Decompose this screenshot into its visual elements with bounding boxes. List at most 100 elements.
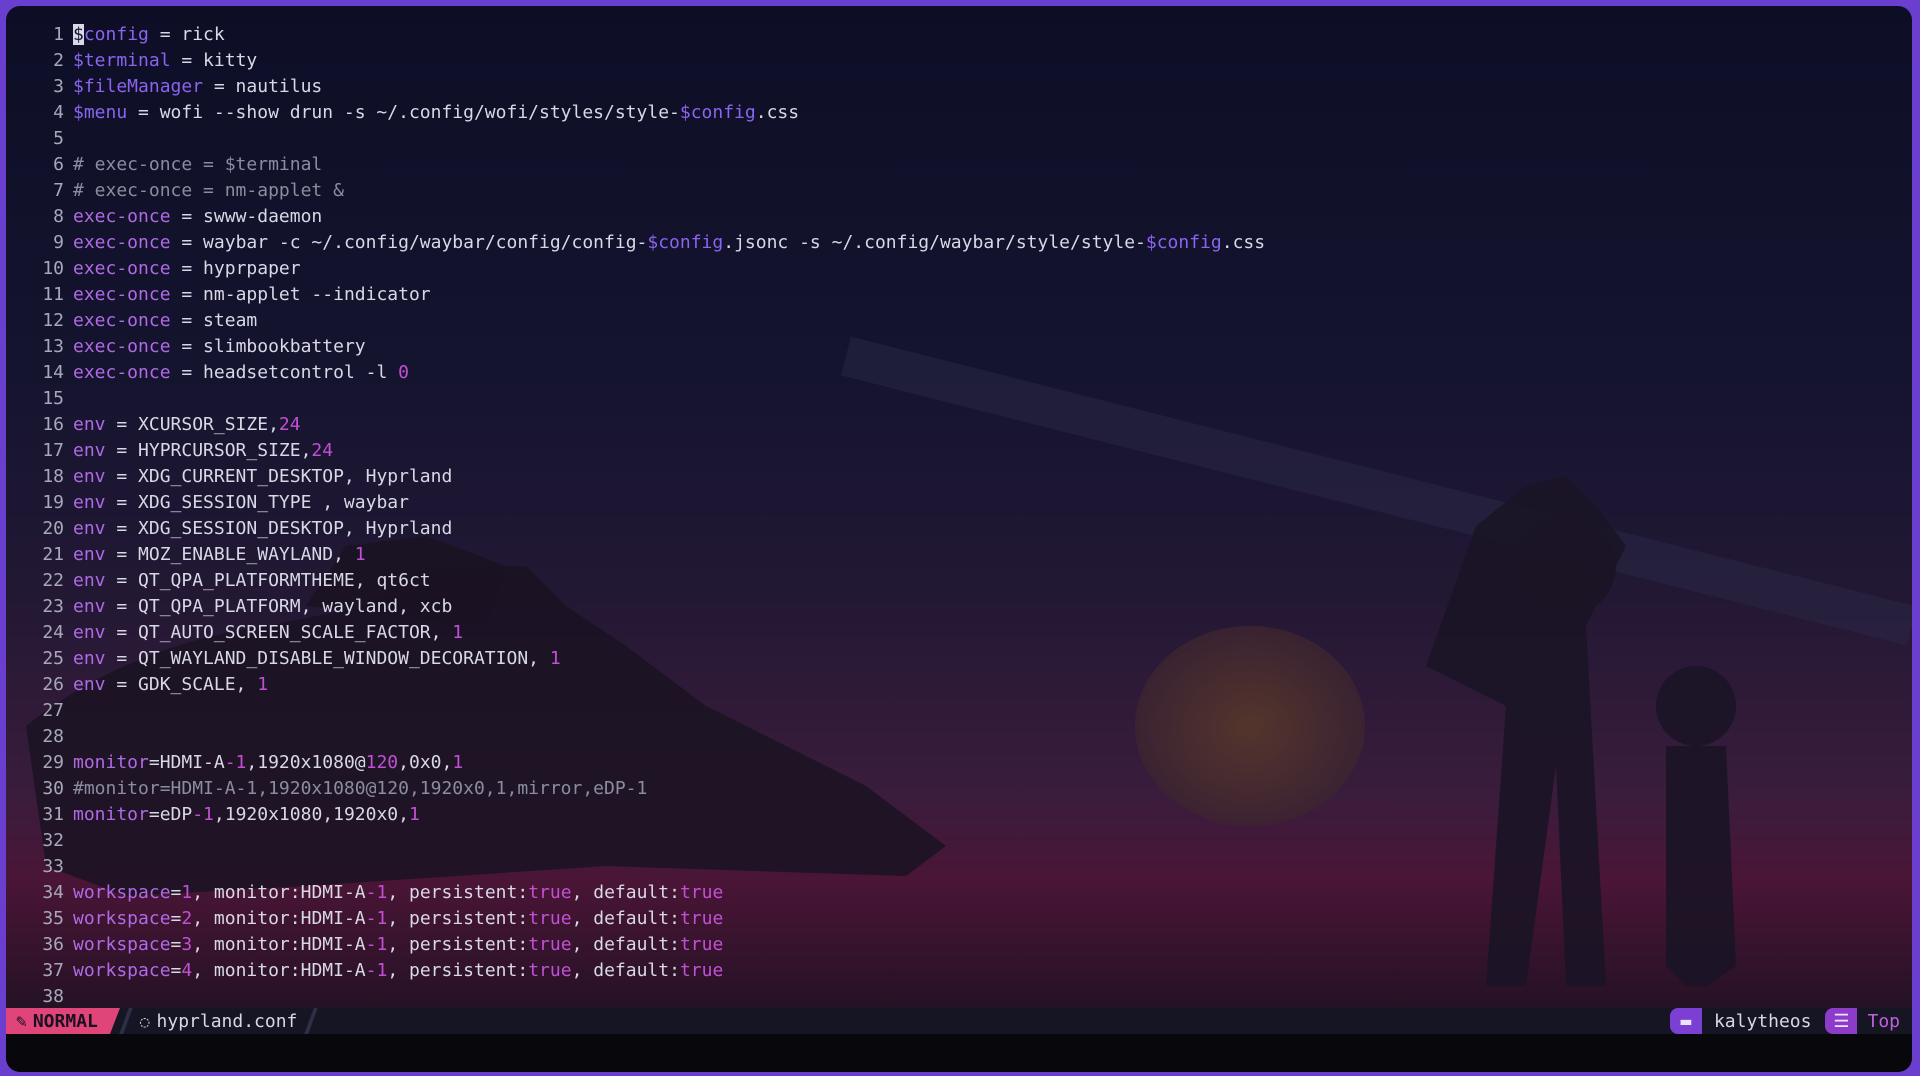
line-number: 37 <box>42 960 64 981</box>
syntax-token: env <box>73 466 106 487</box>
code-line[interactable]: 28 <box>6 724 1912 750</box>
code-line[interactable]: 17 env = HYPRCURSOR_SIZE,24 <box>6 438 1912 464</box>
code-line[interactable]: 3 $fileManager = nautilus <box>6 74 1912 100</box>
code-line[interactable]: 18 env = XDG_CURRENT_DESKTOP, Hyprland <box>6 464 1912 490</box>
syntax-token: $config <box>679 102 756 123</box>
line-number: 4 <box>53 102 64 123</box>
syntax-token: $menu <box>73 102 128 123</box>
line-number: 32 <box>42 830 64 851</box>
code-line[interactable]: 2 $terminal = kitty <box>6 48 1912 74</box>
line-text: exec-once = steam <box>73 308 257 334</box>
line-text: env = GDK_SCALE, 1 <box>73 672 268 698</box>
code-line[interactable]: 5 <box>6 126 1912 152</box>
syntax-token: = QT_QPA_PLATFORMTHEME, qt6ct <box>105 570 431 591</box>
syntax-token: 1 <box>408 804 420 825</box>
code-line[interactable]: 36 workspace=3, monitor:HDMI-A-1, persist… <box>6 932 1912 958</box>
code-line[interactable]: 9 exec-once = waybar -c ~/.config/waybar/… <box>6 230 1912 256</box>
code-line[interactable]: 12 exec-once = steam <box>6 308 1912 334</box>
code-line[interactable]: 27 <box>6 698 1912 724</box>
syntax-token: $fileManager <box>73 76 204 97</box>
code-line[interactable]: 13 exec-once = slimbookbattery <box>6 334 1912 360</box>
line-number: 20 <box>42 518 64 539</box>
status-right: ▬ kalytheos ☰ Top <box>1669 1008 1912 1034</box>
line-text: workspace=2, monitor:HDMI-A-1, persisten… <box>73 906 723 932</box>
command-line[interactable] <box>6 1034 1912 1072</box>
code-line[interactable]: 33 <box>6 854 1912 880</box>
syntax-token: workspace <box>73 960 171 981</box>
syntax-token: = kitty <box>170 50 258 71</box>
syntax-token: $config <box>1145 232 1222 253</box>
syntax-token: env <box>73 414 106 435</box>
mode-separator <box>109 1008 120 1034</box>
code-line[interactable]: 19 env = XDG_SESSION_TYPE , waybar <box>6 490 1912 516</box>
syntax-token: # exec-once = nm-applet & <box>73 180 344 201</box>
code-line[interactable]: 1 $config = rick <box>6 22 1912 48</box>
folder-icon: ▬ <box>1669 1008 1702 1034</box>
syntax-token: true <box>528 882 572 903</box>
line-text: env = MOZ_ENABLE_WAYLAND, 1 <box>73 542 366 568</box>
lines-icon: ☰ <box>1825 1008 1858 1034</box>
code-line[interactable]: 11 exec-once = nm-applet --indicator <box>6 282 1912 308</box>
code-line[interactable]: 23 env = QT_QPA_PLATFORM, wayland, xcb <box>6 594 1912 620</box>
syntax-token: # exec-once = $terminal <box>73 154 323 175</box>
code-line[interactable]: 22 env = QT_QPA_PLATFORMTHEME, qt6ct <box>6 568 1912 594</box>
code-line[interactable]: 14 exec-once = headsetcontrol -l 0 <box>6 360 1912 386</box>
line-number: 38 <box>42 986 64 1007</box>
code-editor[interactable]: 1 $config = rick 2 $terminal = kitty 3 $fileM… <box>6 22 1912 1010</box>
line-number: 22 <box>42 570 64 591</box>
line-number: 18 <box>42 466 64 487</box>
code-line[interactable]: 20 env = XDG_SESSION_DESKTOP, Hyprland <box>6 516 1912 542</box>
code-line[interactable]: 21 env = MOZ_ENABLE_WAYLAND, 1 <box>6 542 1912 568</box>
code-line[interactable]: 25 env = QT_WAYLAND_DISABLE_WINDOW_DECORA… <box>6 646 1912 672</box>
syntax-token: = <box>170 908 182 929</box>
code-line[interactable]: 35 workspace=2, monitor:HDMI-A-1, persist… <box>6 906 1912 932</box>
line-text: monitor=HDMI-A-1,1920x1080@120,0x0,1 <box>73 750 463 776</box>
line-number: 28 <box>42 726 64 747</box>
syntax-token: , default: <box>571 960 680 981</box>
code-line[interactable]: 34 workspace=1, monitor:HDMI-A-1, persist… <box>6 880 1912 906</box>
code-line[interactable]: 32 <box>6 828 1912 854</box>
line-text: exec-once = swww-daemon <box>73 204 322 230</box>
line-text: #monitor=HDMI-A-1,1920x1080@120,1920x0,1… <box>73 776 647 802</box>
syntax-token: -1 <box>224 752 247 773</box>
code-line[interactable]: 31 monitor=eDP-1,1920x1080,1920x0,1 <box>6 802 1912 828</box>
code-line[interactable]: 4 $menu = wofi --show drun -s ~/.config/w… <box>6 100 1912 126</box>
code-line[interactable]: 10 exec-once = hyprpaper <box>6 256 1912 282</box>
syntax-token: = XDG_CURRENT_DESKTOP, Hyprland <box>105 466 453 487</box>
syntax-token: = swww-daemon <box>170 206 323 227</box>
syntax-token: -1 <box>365 960 388 981</box>
code-line[interactable]: 26 env = GDK_SCALE, 1 <box>6 672 1912 698</box>
code-line[interactable]: 24 env = QT_AUTO_SCREEN_SCALE_FACTOR, 1 <box>6 620 1912 646</box>
code-line[interactable]: 7 # exec-once = nm-applet & <box>6 178 1912 204</box>
syntax-token: , monitor:HDMI-A <box>192 882 366 903</box>
line-number: 26 <box>42 674 64 695</box>
syntax-token: true <box>679 882 724 903</box>
syntax-token: exec-once <box>73 258 171 279</box>
code-line[interactable]: 6 # exec-once = $terminal <box>6 152 1912 178</box>
syntax-token: = GDK_SCALE, <box>105 674 258 695</box>
line-text: env = XDG_SESSION_TYPE , waybar <box>73 490 409 516</box>
line-number: 17 <box>42 440 64 461</box>
syntax-token: true <box>679 960 724 981</box>
line-number: 7 <box>53 180 64 201</box>
code-line[interactable]: 8 exec-once = swww-daemon <box>6 204 1912 230</box>
line-text: exec-once = slimbookbattery <box>73 334 366 360</box>
syntax-token: = rick <box>148 24 225 45</box>
syntax-token: = nautilus <box>203 76 323 97</box>
code-line[interactable]: 37 workspace=4, monitor:HDMI-A-1, persist… <box>6 958 1912 984</box>
syntax-token: = <box>170 960 182 981</box>
syntax-token: = XDG_SESSION_TYPE , waybar <box>105 492 409 513</box>
syntax-token: exec-once <box>73 284 171 305</box>
line-number: 36 <box>42 934 64 955</box>
code-line[interactable]: 38 <box>6 984 1912 1010</box>
line-text: env = XCURSOR_SIZE,24 <box>73 412 301 438</box>
syntax-token: 24 <box>311 440 334 461</box>
code-line[interactable]: 30 #monitor=HDMI-A-1,1920x1080@120,1920x0… <box>6 776 1912 802</box>
code-line[interactable]: 16 env = XCURSOR_SIZE,24 <box>6 412 1912 438</box>
scroll-position: Top <box>1867 1010 1900 1032</box>
code-line[interactable]: 29 monitor=HDMI-A-1,1920x1080@120,0x0,1 <box>6 750 1912 776</box>
line-number: 14 <box>42 362 64 383</box>
code-line[interactable]: 15 <box>6 386 1912 412</box>
syntax-token: , monitor:HDMI-A <box>192 960 366 981</box>
line-text: exec-once = headsetcontrol -l 0 <box>73 360 409 386</box>
